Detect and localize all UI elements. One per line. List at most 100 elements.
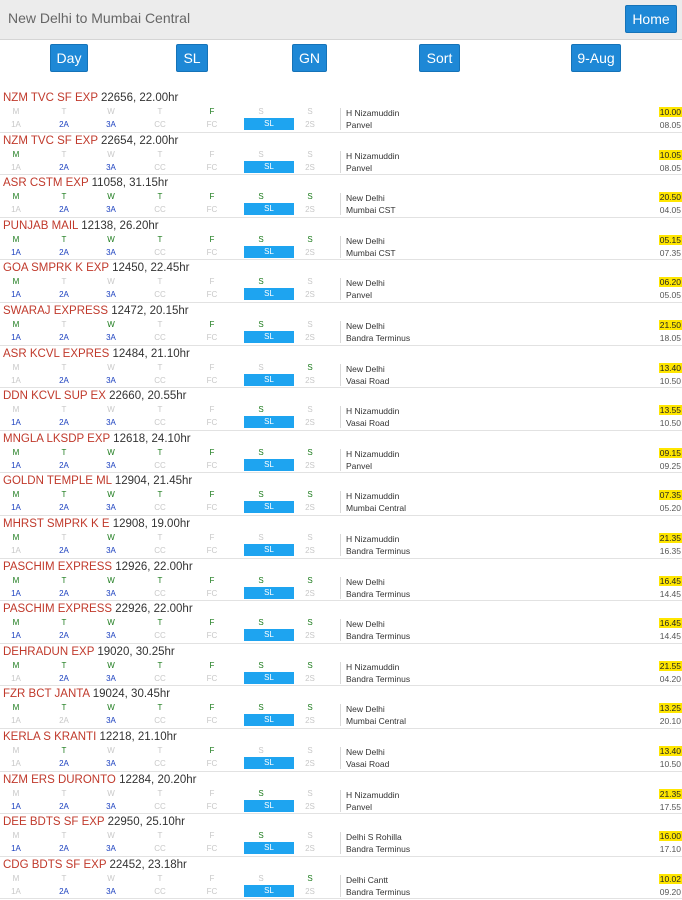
- day-indicator: W: [107, 405, 115, 415]
- train-row[interactable]: KERLA S KRANTI 12218, 21.10hr M T W T F S S 1A 2A…: [0, 729, 682, 772]
- to-station: Bandra Terminus: [346, 546, 411, 556]
- train-row[interactable]: DEE BDTS SF EXP 22950, 25.10hr M T W T F S S 1A 2…: [0, 814, 682, 857]
- sl-class-highlight[interactable]: SL: [244, 586, 294, 599]
- sl-class-highlight[interactable]: SL: [244, 884, 294, 897]
- train-row[interactable]: PASCHIM EXPRESS 22926, 22.00hr M T W T F S S 1A 2…: [0, 601, 682, 644]
- from-station: New Delhi: [346, 235, 385, 246]
- sl-class-highlight[interactable]: SL: [244, 331, 294, 343]
- train-row[interactable]: NZM TVC SF EXP 22656, 22.00hr M T W T F S S 1A 2A…: [0, 90, 682, 133]
- sl-class-highlight[interactable]: SL: [244, 373, 294, 386]
- train-row[interactable]: FZR BCT JANTA 19024, 30.45hr M T W T F S S 1A 2A 3…: [0, 686, 682, 729]
- day-indicator: T: [61, 533, 67, 542]
- class-indicator: FC: [206, 546, 218, 555]
- date-button[interactable]: 9-Aug: [571, 44, 621, 72]
- sl-class-highlight[interactable]: SL: [244, 245, 294, 258]
- class-indicator: 1A: [11, 375, 21, 385]
- class-indicator: FC: [206, 801, 218, 811]
- train-row[interactable]: NZM TVC SF EXP 22654, 22.00hr M T W T F S S 1A 2A…: [0, 133, 682, 176]
- from-station: New Delhi: [346, 576, 385, 587]
- train-row[interactable]: MNGLA LKSDP EXP 12618, 24.10hr M T W T F S S 1A 2…: [0, 431, 682, 474]
- train-row[interactable]: PASCHIM EXPRESS 12926, 22.00hr M T W T F S S 1A 2…: [0, 559, 682, 602]
- column-divider: [340, 619, 341, 642]
- home-button[interactable]: Home: [625, 5, 677, 33]
- class-indicator: 2A: [59, 886, 69, 896]
- train-row[interactable]: PUNJAB MAIL 12138, 26.20hr M T W T F S S 1A 2A 3A C…: [0, 218, 682, 261]
- train-title: GOA SMPRK K EXP 12450, 22.45hr: [3, 262, 189, 274]
- sl-class-highlight[interactable]: SL: [244, 544, 294, 556]
- train-row[interactable]: GOA SMPRK K EXP 12450, 22.45hr M T W T F S S 1A 2…: [0, 260, 682, 303]
- day-indicator: W: [107, 362, 115, 372]
- class-indicator: CC: [154, 759, 166, 768]
- train-row[interactable]: DEHRADUN EXP 19020, 30.25hr M T W T F S S 1A 2A 3A…: [0, 644, 682, 687]
- departure-time: 05.15: [658, 234, 682, 245]
- class-indicator: 2A: [59, 460, 69, 470]
- day-indicator: S: [258, 192, 264, 202]
- train-number-duration: 19024, 30.45hr: [92, 688, 171, 701]
- to-station: Mumbai Central: [346, 503, 406, 514]
- sl-class-highlight[interactable]: SL: [244, 799, 294, 812]
- class-indicator: 3A: [106, 546, 116, 555]
- day-indicator: T: [61, 192, 67, 202]
- day-indicator: M: [12, 362, 20, 372]
- class-indicator: FC: [206, 162, 218, 172]
- day-indicator: S: [307, 703, 313, 713]
- class-indicator: 2S: [305, 460, 315, 470]
- arrival-time: 10.50: [659, 375, 681, 386]
- day-indicator: S: [258, 575, 264, 585]
- class-indicator: 2S: [305, 673, 315, 683]
- departure-time: 06.20: [658, 277, 682, 288]
- train-name: PASCHIM EXPRESS: [3, 603, 113, 616]
- column-divider: [340, 534, 341, 556]
- departure-time: 20.50: [658, 192, 682, 203]
- sl-class-highlight[interactable]: SL: [244, 757, 294, 769]
- train-row[interactable]: ASR KCVL EXPRES 12484, 21.10hr M T W T F S S 1A 2…: [0, 346, 682, 389]
- from-station: H Nizamuddin: [346, 150, 400, 161]
- train-title: DDN KCVL SUP EX 22660, 20.55hr: [3, 390, 186, 402]
- train-row[interactable]: MHRST SMPRK K E 12908, 19.00hr M T W T F S S 1A 2…: [0, 516, 682, 559]
- sl-class-highlight[interactable]: SL: [244, 842, 294, 855]
- train-name: MHRST SMPRK K E: [3, 518, 110, 530]
- sl-class-highlight[interactable]: SL: [244, 118, 294, 130]
- day-indicator: W: [107, 447, 115, 457]
- sl-class-highlight[interactable]: SL: [244, 416, 294, 429]
- day-indicator: W: [107, 234, 115, 244]
- train-row[interactable]: ASR CSTM EXP 11058, 31.15hr M T W T F S S 1A 2A 3A…: [0, 175, 682, 218]
- day-indicator: S: [258, 746, 264, 755]
- day-indicator: F: [209, 533, 215, 542]
- sort-button[interactable]: Sort: [419, 44, 460, 72]
- sl-class-highlight[interactable]: SL: [244, 671, 294, 684]
- sl-class-highlight[interactable]: SL: [244, 160, 294, 173]
- departure-time: 16.45: [658, 575, 682, 586]
- train-row[interactable]: DDN KCVL SUP EX 22660, 20.55hr M T W T F S S 1A 2…: [0, 388, 682, 431]
- to-station: Vasai Road: [346, 418, 390, 429]
- day-indicator: S: [307, 618, 313, 628]
- train-name: ASR CSTM EXP: [3, 177, 89, 190]
- train-name: NZM TVC SF EXP: [3, 92, 98, 104]
- train-row[interactable]: CDG BDTS SF EXP 22452, 23.18hr M T W T F S S 1A 2…: [0, 857, 682, 900]
- train-row[interactable]: SWARAJ EXPRESS 12472, 20.15hr M T W T F S S 1A 2A…: [0, 303, 682, 346]
- day-button[interactable]: Day: [50, 44, 88, 72]
- class-indicator: 3A: [106, 460, 116, 470]
- sl-class-highlight[interactable]: SL: [244, 203, 294, 216]
- gn-button[interactable]: GN: [292, 44, 327, 72]
- sl-class-highlight[interactable]: SL: [244, 714, 294, 727]
- day-indicator: M: [12, 277, 20, 287]
- day-indicator: T: [157, 320, 163, 329]
- train-row[interactable]: GOLDN TEMPLE ML 12904, 21.45hr M T W T F S S 1A 2…: [0, 473, 682, 516]
- train-row[interactable]: NZM ERS DURONTO 12284, 20.20hr M T W T F S S 1A 2…: [0, 772, 682, 815]
- train-number-duration: 12472, 20.15hr: [111, 305, 189, 317]
- sl-button[interactable]: SL: [176, 44, 208, 72]
- train-title: MHRST SMPRK K E 12908, 19.00hr: [3, 518, 190, 530]
- train-title: SWARAJ EXPRESS 12472, 20.15hr: [3, 305, 189, 317]
- day-indicator: W: [107, 490, 115, 500]
- sl-class-highlight[interactable]: SL: [244, 501, 294, 514]
- sl-class-highlight[interactable]: SL: [244, 288, 294, 301]
- arrival-time: 07.35: [659, 247, 681, 258]
- day-indicator: S: [307, 447, 313, 457]
- sl-class-highlight[interactable]: SL: [244, 458, 294, 471]
- sl-class-highlight[interactable]: SL: [244, 629, 294, 642]
- day-indicator: S: [258, 234, 264, 244]
- day-indicator: F: [209, 575, 215, 585]
- day-indicator: F: [209, 831, 215, 841]
- class-indicator: 2S: [305, 546, 315, 555]
